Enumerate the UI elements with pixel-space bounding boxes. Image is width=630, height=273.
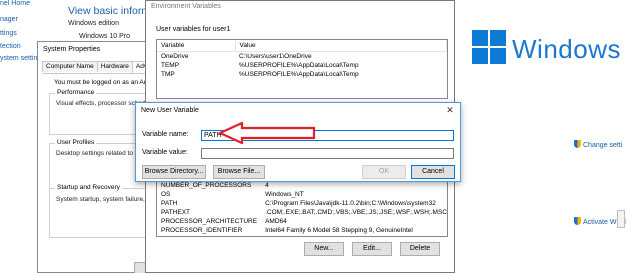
edition-label: Windows edition [68,20,119,27]
cancel-button[interactable]: Cancel [411,165,455,179]
ok-button[interactable]: OK [362,165,406,179]
variable-value-cell: %USERPROFILE%\AppData\Local\Temp [239,61,359,69]
variable-name-label: Variable name: [142,131,189,138]
variable-name-cell: TEMP [161,61,180,69]
variable-name-cell: PROCESSOR_ARCHITECTURE [161,218,258,225]
sidebar-item-home[interactable]: nel Home [0,0,30,7]
tab-computer-name[interactable]: Computer Name [42,61,98,72]
table-row[interactable]: OneDrive C:\Users\user1\OneDrive [157,51,447,61]
system-new-button[interactable]: New... [304,242,344,256]
user-variables-section-label: User variables for user1 [156,26,231,33]
startup-recovery-label: Startup and Recovery [55,184,122,191]
variable-value-field[interactable] [201,148,454,159]
variable-name-cell: TMP [161,70,175,78]
change-settings-label: Change setti [583,142,623,149]
scrollbar[interactable] [617,210,625,228]
variable-value-cell: 4 [265,182,269,189]
windows-logo-text: Windows 10 [512,34,630,64]
variable-name-cell: NUMBER_OF_PROCESSORS [161,182,252,189]
variable-value-cell: Windows_NT [265,191,304,198]
table-row[interactable]: TMP %USERPROFILE%\AppData\Local\Temp [157,70,447,79]
variable-value-label: Variable value: [142,149,188,156]
user-variables-list[interactable]: Variable Value OneDrive C:\Users\user1\O… [156,39,448,99]
user-profiles-label: User Profiles [55,139,97,146]
table-row[interactable]: PROCESSOR_IDENTIFIER Intel64 Family 6 Mo… [157,226,447,235]
variable-value-cell: C:\Users\user1\OneDrive [239,52,312,60]
shield-icon [574,217,581,225]
variable-name-cell: PATHEXT [161,209,191,216]
sidebar-item-system-protection[interactable]: tection [0,43,21,50]
windows-logo-icon [472,30,508,66]
table-row[interactable]: PATH C:\Program Files\Java\jdk-11.0.2\bi… [157,199,447,208]
variable-name-cell: PROCESSOR_IDENTIFIER [161,227,243,234]
variable-name-cell: PATH [161,200,178,207]
startup-recovery-group: Startup and Recovery System startup, sys… [49,184,168,238]
desktop: nel Home nager ttings tection ystem sett… [0,0,630,273]
column-header-variable[interactable]: Variable [157,40,236,52]
browse-directory-button[interactable]: Browse Directory... [142,165,206,179]
system-edit-button[interactable]: Edit... [352,242,392,256]
new-user-variable-title: New User Variable [141,107,199,114]
system-delete-button[interactable]: Delete [400,242,440,256]
environment-variables-title: Environment Variables [151,3,221,10]
tab-hardware[interactable]: Hardware [96,61,133,72]
variable-value-cell: Intel64 Family 6 Model 58 Stepping 9, Ge… [265,227,413,234]
system-variables-list[interactable]: NUMBER_OF_PROCESSORS 4 OS Windows_NT PAT… [156,181,448,237]
variable-name-cell: OS [161,191,171,198]
variable-value-cell: AMD64 [265,218,287,225]
change-settings-link[interactable]: Change setti [574,140,622,149]
variable-value-cell: .COM;.EXE;.BAT;.CMD;.VBS;.VBE;.JS;.JSE;.… [265,209,447,216]
table-row[interactable]: TEMP %USERPROFILE%\AppData\Local\Temp [157,61,447,70]
sidebar-item-remote-settings[interactable]: ttings [0,30,17,37]
red-arrow-annotation [218,122,316,144]
close-icon[interactable]: ✕ [444,104,456,116]
table-row[interactable]: PATHEXT .COM;.EXE;.BAT;.CMD;.VBS;.VBE;.J… [157,208,447,217]
sidebar-item-device-manager[interactable]: nager [0,16,18,23]
edition-value: Windows 10 Pro [79,33,130,40]
variable-value-cell: %USERPROFILE%\AppData\Local\Temp [239,70,359,78]
table-row[interactable]: OS Windows_NT [157,190,447,199]
table-row[interactable]: PROCESSOR_ARCHITECTURE AMD64 [157,217,447,226]
control-panel-sidebar: nel Home nager ttings tection ystem sett… [0,0,45,273]
variable-value-cell: C:\Program Files\Java\jdk-11.0.2\bin;C:\… [265,200,436,207]
table-row[interactable]: NUMBER_OF_PROCESSORS 4 [157,181,447,190]
shield-icon [574,140,581,148]
performance-label: Performance [55,89,97,96]
column-header-value[interactable]: Value [235,40,447,52]
variable-name-cell: OneDrive [161,52,189,60]
system-properties-title: System Properties [38,42,151,57]
browse-file-button[interactable]: Browse File... [213,165,265,179]
